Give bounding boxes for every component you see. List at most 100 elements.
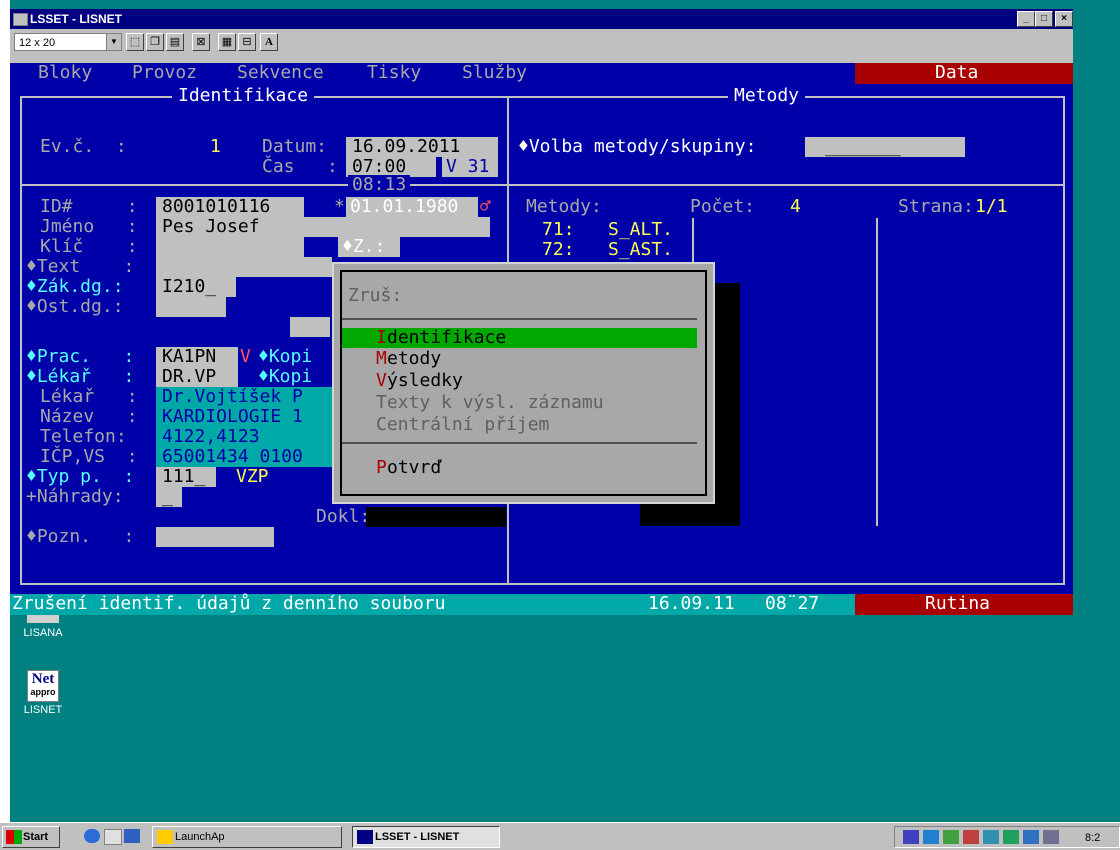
screen-edge [0, 0, 10, 849]
status-date: 16.09.11 [648, 593, 735, 614]
pozn-field[interactable] [156, 527, 274, 547]
lisnet-icon: Net appro [27, 670, 59, 702]
typp-field[interactable]: 111_ [156, 467, 216, 487]
dialog-sep-2 [342, 442, 697, 444]
text-field[interactable] [156, 257, 332, 277]
id-label: ID# : [40, 196, 138, 217]
identifikace-title: Identifikace [172, 86, 315, 106]
volba-label: ♦Volba metody/skupiny: [518, 136, 757, 157]
start-button[interactable]: Start [2, 826, 60, 848]
tray-icon-2[interactable] [923, 830, 939, 844]
minimize-button[interactable]: _ [1017, 11, 1035, 27]
klic-field[interactable] [156, 237, 304, 257]
status-mode: Rutina [925, 593, 991, 614]
paste-icon[interactable]: ▤ [166, 33, 184, 51]
maximize-button[interactable]: □ [1035, 11, 1053, 27]
tray-icon-5[interactable] [983, 830, 999, 844]
telefon-field: 4122,4123 [156, 427, 332, 447]
frame-bottom [20, 583, 1065, 585]
prac-flag: V [240, 346, 251, 367]
windows-logo-icon [6, 830, 22, 844]
status-time: 08¨27 [765, 593, 820, 614]
metody-item-label: etody [387, 348, 442, 369]
frame-mid [20, 184, 1065, 186]
method-code-2[interactable]: S_AST. [608, 240, 673, 260]
copy-icon[interactable]: ❐ [146, 33, 164, 51]
zakdg-label: ♦Zák.dg.: [26, 276, 124, 297]
kopie2-label: ♦Kopi [258, 366, 313, 387]
pocet-value: 4 [790, 196, 801, 217]
background-icon[interactable]: ⊟ [238, 33, 256, 51]
frame-left [20, 96, 22, 584]
id-field[interactable]: 8001010116 [156, 197, 304, 217]
menu-item-identifikace[interactable]: I dentifikace [342, 328, 697, 348]
font-button[interactable]: A [260, 33, 278, 51]
icp-field: 65001434 0100 [156, 447, 332, 467]
chevron-down-icon[interactable]: ▼ [106, 34, 121, 50]
strana-label: Strana: [898, 196, 974, 217]
lisnet-label: LISNET [23, 704, 63, 716]
menu-sekvence[interactable]: Sekvence [237, 63, 324, 83]
font-size-select[interactable]: 12 x 20 ▼ [14, 33, 122, 51]
prac-label: ♦Prac. : [26, 346, 135, 367]
close-button[interactable]: × [1055, 11, 1073, 27]
vysledky-label: ýsledky [387, 370, 463, 391]
lekar1-field[interactable]: DR.VP [156, 367, 238, 387]
ostdg-field[interactable] [156, 297, 226, 317]
klic-label: Klíč : [40, 236, 138, 257]
method-code-1[interactable]: S_ALT. [608, 220, 673, 240]
telefon-label: Telefon: [40, 426, 127, 447]
dokl-field[interactable] [366, 507, 506, 527]
datum-field[interactable]: 16.09.2011 [346, 137, 498, 157]
metody-label: Metody: [526, 196, 602, 217]
zakdg-field[interactable]: I210_ [156, 277, 236, 297]
jmeno-field[interactable]: Pes Josef [156, 217, 490, 237]
icp-label: IČP,VS : [40, 446, 138, 467]
menu-item-vysledky[interactable]: V ýsledky [342, 371, 697, 391]
typp-label: ♦Typ p. : [26, 466, 135, 487]
nazev-label: Název : [40, 406, 138, 427]
dokl-label: Dokl: [316, 506, 371, 527]
tray-icon-6[interactable] [1003, 830, 1019, 844]
birth-date-field[interactable]: 01.01.1980 [346, 197, 478, 217]
task-lsset[interactable]: LSSET - LISNET [352, 826, 500, 848]
menu-item-metody[interactable]: M etody [342, 349, 697, 369]
cancel-dialog-frame: Zruš: I dentifikace M etody V ýsledky Te… [340, 270, 707, 496]
dialog-title: Zruš: [348, 285, 403, 306]
prac-field[interactable]: KA1PN [156, 347, 238, 367]
confirm-item[interactable]: P otvrď [342, 458, 697, 478]
window-title-bar[interactable]: LSSET - LISNET _ □ × [10, 9, 1073, 29]
tray-icon-7[interactable] [1023, 830, 1039, 844]
fullscreen-icon[interactable]: ⊠ [192, 33, 210, 51]
pocet-label: Počet: [690, 196, 756, 217]
clock: 8:2 [1085, 832, 1101, 844]
menu-tisky[interactable]: Tisky [367, 63, 421, 83]
desktop-icon[interactable] [124, 829, 140, 843]
method-column-2 [876, 218, 878, 526]
tray-icon-3[interactable] [943, 830, 959, 844]
status-message: Zrušení identif. údajů z denního souboru [12, 593, 446, 614]
menu-provoz[interactable]: Provoz [132, 63, 197, 83]
nahrady-field[interactable]: _ [156, 487, 182, 507]
mode-label: Data [935, 63, 979, 83]
lekar2-label: Lékař : [40, 386, 138, 407]
taskbar: Start LaunchAp LSSET - LISNET 8:2 [0, 822, 1120, 850]
ie-icon[interactable] [84, 829, 100, 843]
confirm-hotkey: P [376, 457, 387, 478]
tray-icon-4[interactable] [963, 830, 979, 844]
task-launchap[interactable]: LaunchAp [152, 826, 342, 848]
volba-input[interactable]: _______ [805, 137, 965, 157]
properties-icon[interactable]: ▦ [218, 33, 236, 51]
cancel-dialog: Zruš: I dentifikace M etody V ýsledky Te… [332, 262, 715, 504]
tray-icon-8[interactable] [1043, 830, 1059, 844]
menu-item-centralni: Centrální příjem [376, 414, 550, 435]
desktop-icon-lisana[interactable]: LISANA [18, 615, 68, 639]
outlook-icon[interactable] [104, 829, 122, 845]
console-screen: Bloky Provoz Sekvence Tisky Služby Data … [10, 63, 1073, 615]
select-icon[interactable]: ⬚ [126, 33, 144, 51]
tray-icon-1[interactable] [903, 830, 919, 844]
menu-bloky[interactable]: Bloky [38, 63, 92, 83]
menu-sluzby[interactable]: Služby [462, 63, 527, 83]
desktop-icon-lisnet[interactable]: Net appro LISNET [18, 670, 68, 716]
ostdg-field-2[interactable] [290, 317, 330, 337]
